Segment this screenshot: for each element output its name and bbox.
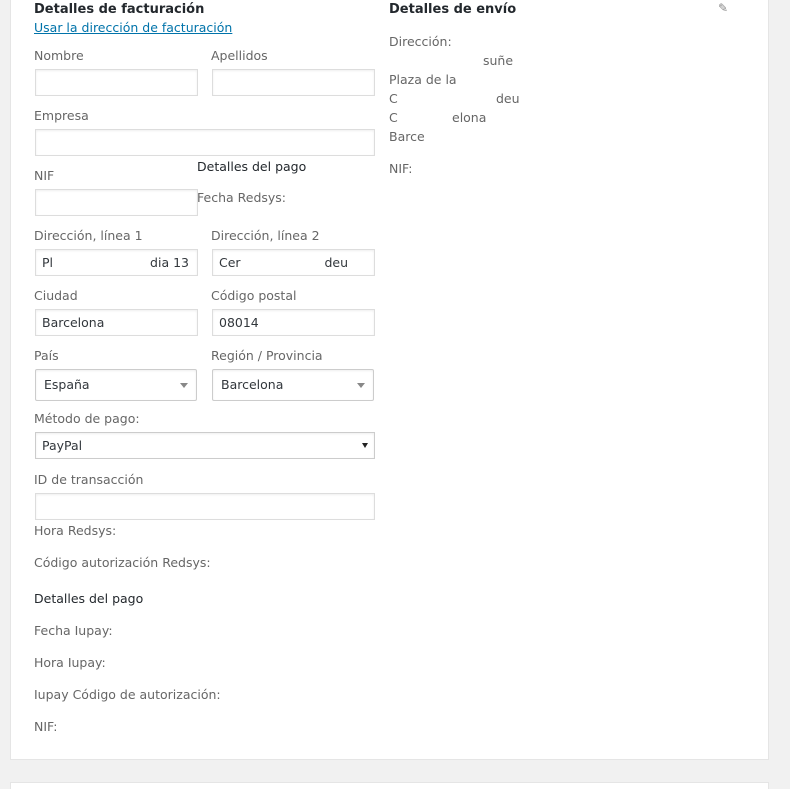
shipping-address-line-tail: suñe bbox=[483, 53, 514, 68]
shipping-nif-label: NIF: bbox=[389, 161, 413, 176]
iupay-heading: Detalles del pago bbox=[34, 591, 144, 606]
state-selected-value: Barcelona bbox=[221, 377, 284, 392]
shipping-address-line: C bbox=[389, 91, 398, 106]
shipping-address-line: Barce bbox=[389, 129, 425, 144]
city-label: Ciudad bbox=[34, 288, 78, 303]
address-2-value-start: Cer bbox=[219, 255, 241, 270]
shipping-address-line-tail: deu bbox=[496, 91, 520, 106]
shipping-address-line-tail: elona bbox=[452, 110, 487, 125]
address-2-input[interactable]: Cer deu bbox=[212, 249, 375, 276]
address-1-value-start: Pl bbox=[42, 255, 54, 270]
nif-input[interactable] bbox=[35, 189, 198, 216]
address-1-input[interactable]: Pl dia 13 bbox=[35, 249, 198, 276]
shipping-address-label: Dirección: bbox=[389, 34, 452, 49]
payment-method-selected-value: PayPal bbox=[42, 438, 83, 453]
shipping-address-line: Plaza de la bbox=[389, 72, 457, 87]
caret-down-icon bbox=[362, 443, 368, 448]
city-input[interactable]: Barcelona bbox=[35, 309, 198, 336]
address-1-label: Dirección, línea 1 bbox=[34, 228, 143, 243]
first-name-label: Nombre bbox=[34, 48, 84, 63]
redsys-date-label: Fecha Redsys: bbox=[197, 190, 287, 205]
country-label: País bbox=[34, 348, 59, 363]
iupay-auth-label: Iupay Código de autorización: bbox=[34, 687, 221, 702]
company-label: Empresa bbox=[34, 108, 89, 123]
shipping-heading: Detalles de envío bbox=[389, 2, 517, 17]
last-name-input[interactable] bbox=[212, 69, 375, 96]
postcode-label: Código postal bbox=[211, 288, 297, 303]
iupay-time-label: Hora Iupay: bbox=[34, 655, 106, 670]
chevron-down-icon bbox=[180, 383, 188, 388]
nif-bottom-label: NIF: bbox=[34, 719, 58, 734]
billing-heading: Detalles de facturación bbox=[34, 2, 205, 17]
address-2-value-end: deu bbox=[324, 255, 348, 270]
address-1-value-end: dia 13 bbox=[150, 255, 189, 270]
payment-method-label: Método de pago: bbox=[34, 411, 140, 426]
state-label: Región / Provincia bbox=[211, 348, 323, 363]
transaction-id-label: ID de transacción bbox=[34, 472, 144, 487]
transaction-id-input[interactable] bbox=[35, 493, 375, 520]
use-billing-address-link[interactable]: Usar la dirección de facturación bbox=[34, 20, 232, 35]
next-panel bbox=[10, 782, 769, 789]
chevron-down-icon bbox=[357, 383, 365, 388]
iupay-date-label: Fecha Iupay: bbox=[34, 623, 113, 638]
state-select[interactable]: Barcelona bbox=[212, 369, 374, 401]
address-2-label: Dirección, línea 2 bbox=[211, 228, 320, 243]
last-name-label: Apellidos bbox=[211, 48, 268, 63]
first-name-input[interactable] bbox=[35, 69, 198, 96]
payment-method-select[interactable]: PayPal bbox=[35, 432, 375, 459]
company-input[interactable] bbox=[35, 129, 375, 156]
postcode-input[interactable]: 08014 bbox=[212, 309, 375, 336]
redsys-time-label: Hora Redsys: bbox=[34, 523, 117, 538]
nif-label: NIF bbox=[34, 168, 55, 183]
pencil-icon[interactable]: ✎ bbox=[718, 1, 728, 15]
overlay-payment-heading: Detalles del pago bbox=[197, 159, 307, 174]
redsys-auth-label: Código autorización Redsys: bbox=[34, 555, 211, 570]
country-select[interactable]: España bbox=[35, 369, 197, 401]
shipping-address-line: C bbox=[389, 110, 398, 125]
country-selected-value: España bbox=[44, 377, 90, 392]
